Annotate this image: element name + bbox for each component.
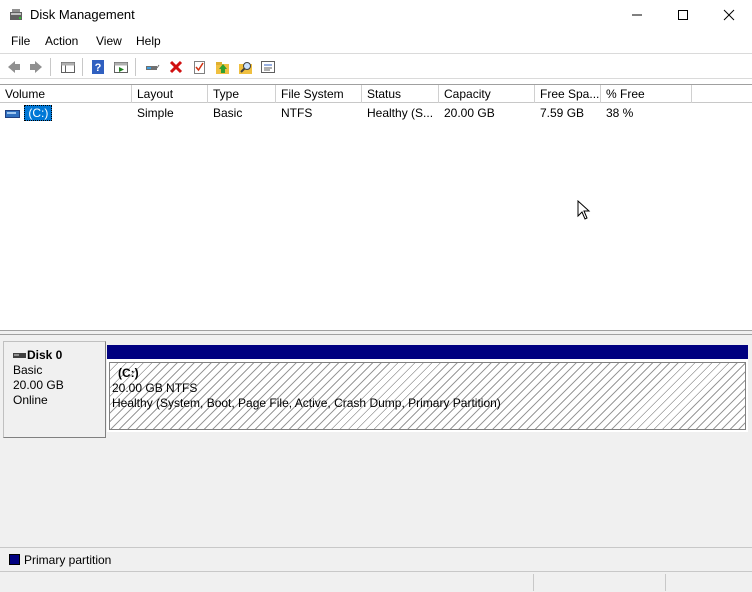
partition-status: Healthy (System, Boot, Page File, Active… bbox=[112, 396, 501, 410]
menu-file[interactable]: File bbox=[11, 34, 30, 48]
properties-view-icon bbox=[114, 62, 128, 73]
delete-icon bbox=[169, 60, 183, 74]
forward-button[interactable] bbox=[26, 57, 46, 77]
menu-help[interactable]: Help bbox=[136, 34, 161, 48]
disk-info-panel[interactable]: Disk 0 Basic 20.00 GB Online bbox=[3, 341, 106, 438]
close-button[interactable] bbox=[706, 0, 752, 30]
window-title: Disk Management bbox=[30, 7, 135, 22]
cell-file-system: NTFS bbox=[281, 106, 313, 120]
toolbar: ? bbox=[0, 53, 752, 79]
maximize-button[interactable] bbox=[660, 0, 706, 30]
svg-text:?: ? bbox=[95, 62, 102, 74]
partition-color-bar bbox=[107, 345, 748, 359]
minimize-icon bbox=[632, 14, 642, 16]
volume-icon bbox=[5, 109, 20, 118]
column-header-free-space[interactable]: Free Spa... bbox=[535, 85, 601, 103]
maximize-icon bbox=[678, 10, 688, 20]
cell-percent-free: 38 % bbox=[606, 106, 634, 120]
check-icon bbox=[194, 61, 205, 74]
column-header-percent-free[interactable]: % Free bbox=[601, 85, 692, 103]
partition-body[interactable]: (C:) 20.00 GB NTFS Healthy (System, Boot… bbox=[109, 362, 746, 430]
help-button[interactable]: ? bbox=[88, 57, 108, 77]
column-header-file-system[interactable]: File System bbox=[276, 85, 362, 103]
mouse-cursor-icon bbox=[577, 200, 591, 220]
disk-management-icon bbox=[10, 9, 22, 20]
column-header-type[interactable]: Type bbox=[208, 85, 276, 103]
volume-list[interactable]: Volume Layout Type File System Status Ca… bbox=[0, 84, 752, 330]
close-icon bbox=[723, 9, 735, 21]
cell-volume: (C:) bbox=[0, 104, 132, 122]
disk-state: Online bbox=[13, 393, 48, 407]
legend-label: Primary partition bbox=[24, 553, 112, 567]
help-icon: ? bbox=[92, 60, 104, 74]
menu-action[interactable]: Action bbox=[45, 34, 78, 48]
partition-block[interactable]: (C:) 20.00 GB NTFS Healthy (System, Boot… bbox=[107, 345, 748, 432]
properties-view-button[interactable] bbox=[111, 57, 131, 77]
search-button[interactable] bbox=[236, 57, 256, 77]
column-header-volume[interactable]: Volume bbox=[0, 85, 132, 103]
disk-graphical-view: Disk 0 Basic 20.00 GB Online (C:) 20.00 … bbox=[0, 335, 752, 547]
menu-view[interactable]: View bbox=[96, 34, 122, 48]
console-tree-icon bbox=[61, 62, 75, 73]
partition-name: (C:) bbox=[118, 366, 139, 380]
back-button[interactable] bbox=[4, 57, 24, 77]
cell-type: Basic bbox=[213, 106, 243, 120]
folder-up-icon bbox=[216, 62, 229, 74]
legend: Primary partition bbox=[0, 547, 752, 571]
cell-status: Healthy (S... bbox=[367, 106, 434, 120]
table-row[interactable]: (C:) Simple Basic NTFS Healthy (S... 20.… bbox=[0, 104, 752, 122]
column-header-capacity[interactable]: Capacity bbox=[439, 85, 535, 103]
connect-icon bbox=[146, 64, 160, 70]
disk-name-row: Disk 0 bbox=[13, 348, 62, 362]
toolbar-separator bbox=[135, 58, 136, 76]
list-header: Volume Layout Type File System Status Ca… bbox=[0, 85, 752, 103]
column-header-status[interactable]: Status bbox=[362, 85, 439, 103]
cell-layout: Simple bbox=[137, 106, 174, 120]
column-header-layout[interactable]: Layout bbox=[132, 85, 208, 103]
disk-type: Basic bbox=[13, 363, 43, 377]
status-separator bbox=[665, 574, 666, 591]
toolbar-separator bbox=[82, 58, 83, 76]
console-tree-button[interactable] bbox=[58, 57, 78, 77]
settings-icon bbox=[261, 61, 275, 73]
forward-icon bbox=[30, 61, 42, 73]
delete-button[interactable] bbox=[166, 57, 186, 77]
connect-button[interactable] bbox=[142, 57, 162, 77]
cell-free-space: 7.59 GB bbox=[540, 106, 585, 120]
cell-capacity: 20.00 GB bbox=[444, 106, 495, 120]
volume-name: (C:) bbox=[24, 105, 53, 121]
back-icon bbox=[8, 61, 20, 73]
status-separator bbox=[533, 574, 534, 591]
check-button[interactable] bbox=[189, 57, 209, 77]
primary-partition-swatch bbox=[9, 554, 20, 565]
menu-bar: File Action View Help bbox=[0, 30, 752, 52]
disk-name: Disk 0 bbox=[27, 348, 63, 362]
minimize-button[interactable] bbox=[614, 0, 660, 30]
search-icon bbox=[239, 62, 252, 74]
title-bar: Disk Management bbox=[0, 0, 752, 30]
status-bar bbox=[0, 571, 752, 592]
toolbar-separator bbox=[50, 58, 51, 76]
disk-size: 20.00 GB bbox=[13, 378, 64, 392]
partition-size-fs: 20.00 GB NTFS bbox=[112, 381, 198, 395]
settings-button[interactable] bbox=[258, 57, 278, 77]
folder-up-button[interactable] bbox=[213, 57, 233, 77]
disk-icon bbox=[13, 352, 26, 358]
